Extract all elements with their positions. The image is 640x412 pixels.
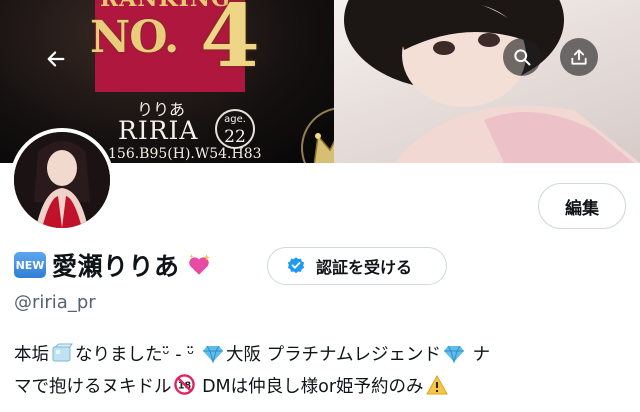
bio-line-1: 本垢 なりましたᵕ̈ - ᵕ̈ 大阪 プラチナムレジェンド ナ [14,341,630,373]
age-badge: age. 22 [215,109,255,149]
ice-cube-icon [51,343,73,373]
age-label: age. [224,114,246,125]
name-row: NEW 愛瀬りりあ [14,245,214,285]
bio-text: なりました [75,345,163,365]
banner-measurements: 156.B95(H).W54.H83 [108,146,262,162]
get-verified-label: 認証を受ける [316,258,413,277]
bio-text: ナ [472,345,491,365]
user-handle: @riria_pr [14,292,96,313]
rank-no-label: NO. [90,12,179,63]
bio-text: 本垢 [14,345,49,365]
gem-icon [202,344,224,373]
banner-roman-name: RIRIA [118,116,199,145]
share-button[interactable] [560,38,598,76]
edit-profile-button[interactable]: 編集 [538,183,626,229]
profile-banner[interactable]: RANKING NO. 4 りりあ RIRIA age. 22 156.B95(… [0,0,640,163]
banner-portrait-image [334,0,640,163]
search-icon [514,49,531,66]
bio-text: 大阪 プラチナムレジェンド [226,345,442,365]
new-badge-icon: NEW [14,252,46,278]
verified-badge-icon [287,257,305,274]
portrait-illustration [344,0,640,163]
rank-number: 4 [200,0,260,87]
sparkling-heart-icon [184,250,214,280]
back-arrow-icon[interactable] [38,41,74,77]
bio-text: マで抱けるヌキドル [14,377,172,397]
age-value: 22 [224,127,246,147]
avatar[interactable] [10,128,114,232]
bio-line-2: マで抱けるヌキドル18 DMは仲良し様or姫予約のみ [14,373,630,405]
share-icon [571,49,587,65]
display-name: 愛瀬りりあ [52,252,180,281]
get-verified-button[interactable]: 認証を受ける [267,247,447,285]
profile-bio: 本垢 なりましたᵕ̈ - ᵕ̈ 大阪 プラチナムレジェンド ナ マで抱けるヌキドル… [14,341,630,405]
no-under-18-icon: 18 [173,374,195,405]
avatar-photo [14,132,110,228]
warning-icon [425,374,448,405]
bio-kaomoji: ᵕ̈ - ᵕ̈ [162,345,195,365]
bio-text: DMは仲良し様or姫予約のみ [202,377,424,397]
search-button[interactable] [503,38,541,76]
gem-icon [443,344,465,373]
